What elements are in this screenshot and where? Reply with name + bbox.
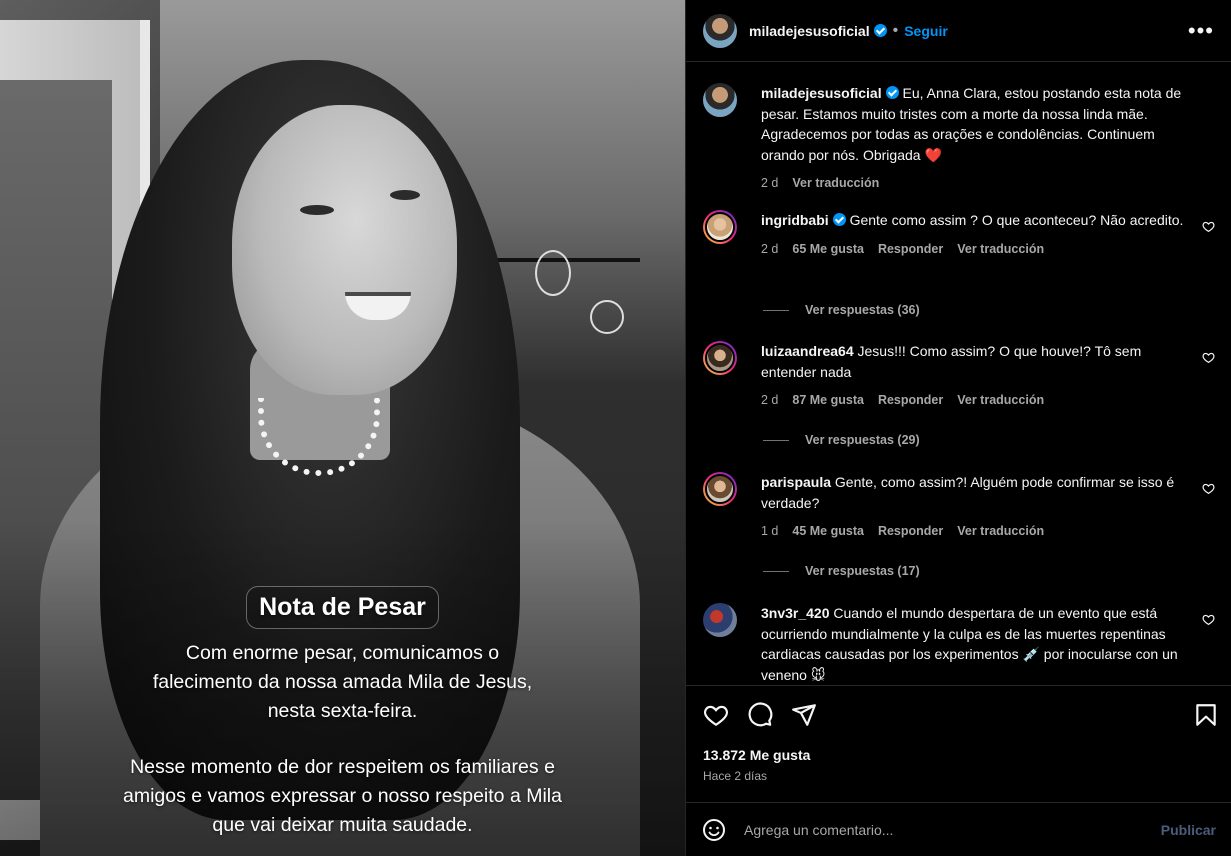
comment-time[interactable]: 2 d <box>761 239 778 260</box>
post-image[interactable]: Nota de Pesar Com enorme pesar, comunica… <box>0 0 685 856</box>
comment-username[interactable]: ingridbabi <box>761 212 829 228</box>
person-eye <box>300 205 334 215</box>
reply-button[interactable]: Responder <box>878 239 943 260</box>
translate-link[interactable]: Ver traducción <box>957 390 1044 411</box>
caption-username[interactable]: miladejesusoficial <box>761 85 882 101</box>
comment-username[interactable]: 3nv3r_420 <box>761 605 830 621</box>
comment-text: Gente como assim ? O que aconteceu? Não … <box>849 212 1184 228</box>
avatar[interactable] <box>703 341 737 375</box>
hanging-plant <box>590 300 624 334</box>
reply-button[interactable]: Responder <box>878 390 943 411</box>
comment-likes[interactable]: 45 Me gusta <box>792 521 864 542</box>
like-heart-icon[interactable] <box>703 702 729 728</box>
comment-likes[interactable]: 87 Me gusta <box>792 390 864 411</box>
comment-likes[interactable]: 65 Me gusta <box>792 239 864 260</box>
post-header: miladejesusoficial • Seguir ••• <box>686 0 1231 62</box>
translate-link[interactable]: Ver traducción <box>957 239 1044 260</box>
comment-like-heart-icon[interactable] <box>1202 351 1215 364</box>
avatar[interactable] <box>703 83 737 117</box>
post-actions: 13.872 Me gusta Hace 2 días <box>686 685 1231 815</box>
overlay-paragraph-1: Com enorme pesar, comunicamos o falecime… <box>152 642 533 722</box>
translate-link[interactable]: Ver traducción <box>792 173 879 194</box>
comment-username[interactable]: parispaula <box>761 474 831 490</box>
add-comment-bar: Publicar <box>686 802 1231 856</box>
avatar[interactable] <box>703 603 737 637</box>
comment-bubble-icon[interactable] <box>747 702 773 728</box>
post-caption: miladejesusoficial Eu, Anna Clara, estou… <box>703 83 1215 194</box>
comment-input[interactable] <box>744 821 1161 838</box>
person-face <box>232 105 457 395</box>
comment-item: ingridbabi Gente como assim ? O que acon… <box>703 210 1215 259</box>
more-horizontal-icon[interactable]: ••• <box>1188 19 1214 41</box>
comment-like-heart-icon[interactable] <box>1202 220 1215 233</box>
reply-button[interactable]: Responder <box>878 521 943 542</box>
overlay-paragraph-2: Nesse momento de dor respeitem os famili… <box>123 756 562 836</box>
comment-item: 3nv3r_420 Cuando el mundo despertara de … <box>703 603 1215 685</box>
hanging-plant <box>535 250 571 296</box>
comment-username[interactable]: luizaandrea64 <box>761 343 854 359</box>
person-eye <box>390 190 420 200</box>
avatar[interactable] <box>703 13 737 48</box>
follow-button[interactable]: Seguir <box>904 23 948 39</box>
post-side-panel: miladejesusoficial • Seguir ••• miladeje… <box>685 0 1231 856</box>
overlay-title-box: Nota de Pesar <box>0 586 685 629</box>
verified-badge-icon <box>832 213 846 226</box>
comment-time[interactable]: 2 d <box>761 390 778 411</box>
avatar[interactable] <box>703 472 737 506</box>
verified-badge-icon <box>885 86 899 99</box>
red-heart-emoji: ❤️ <box>924 146 942 163</box>
verified-badge-icon <box>873 24 887 37</box>
comments-list[interactable]: miladejesusoficial Eu, Anna Clara, estou… <box>686 63 1231 685</box>
share-send-icon[interactable] <box>791 702 817 728</box>
overlay-title: Nota de Pesar <box>246 586 439 629</box>
separator-dot: • <box>892 21 899 39</box>
comment-time[interactable]: 1 d <box>761 521 778 542</box>
comment-item: luizaandrea64 Jesus!!! Como assim? O que… <box>703 341 1215 411</box>
caption-time[interactable]: 2 d <box>761 173 778 194</box>
publish-button[interactable]: Publicar <box>1161 822 1216 838</box>
translate-link[interactable]: Ver traducción <box>957 521 1044 542</box>
view-replies-button[interactable]: Ver respuestas (17) <box>763 564 920 578</box>
header-username[interactable]: miladejesusoficial <box>749 23 870 39</box>
comment-item: parispaula Gente, como assim?! Alguém po… <box>703 472 1215 542</box>
emoji-icon[interactable] <box>702 818 726 842</box>
view-replies-button[interactable]: Ver respuestas (36) <box>763 303 920 317</box>
comment-like-heart-icon[interactable] <box>1202 482 1215 495</box>
avatar[interactable] <box>703 210 737 244</box>
post-time[interactable]: Hace 2 días <box>703 769 767 783</box>
likes-count[interactable]: 13.872 Me gusta <box>703 747 810 763</box>
view-replies-button[interactable]: Ver respuestas (29) <box>763 433 920 447</box>
comment-like-heart-icon[interactable] <box>1202 613 1215 626</box>
bookmark-save-icon[interactable] <box>1193 702 1219 728</box>
